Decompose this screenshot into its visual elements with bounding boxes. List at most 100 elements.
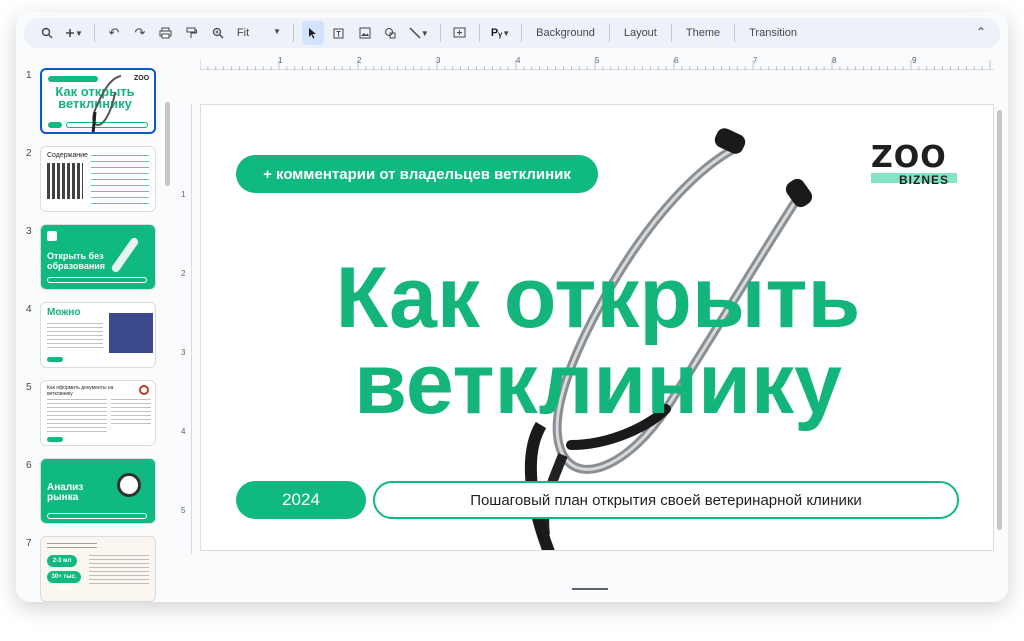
thumb-stat: 30+ тыс. чел xyxy=(47,571,81,592)
thumb-subtitle-pill xyxy=(47,513,147,519)
undo-icon[interactable]: ↶ xyxy=(103,21,125,45)
ruler-number: 9 xyxy=(912,56,917,65)
slide-thumbnail[interactable]: 2-3 мл 30+ тыс. чел xyxy=(40,536,156,602)
canvas-scrollbar[interactable] xyxy=(997,110,1002,530)
toolbar-divider xyxy=(670,24,672,42)
ruler-number: 4 xyxy=(181,427,186,436)
thumb-title: Анализ рынка xyxy=(47,482,84,503)
thumb-title: Открыть без образования xyxy=(47,251,106,271)
slide-number: 2 xyxy=(26,148,32,159)
stethoscope-thumb-icon xyxy=(91,75,122,132)
background-button[interactable]: Background xyxy=(530,27,601,39)
ruler-number: 7 xyxy=(753,56,758,65)
slide-number: 5 xyxy=(26,382,32,393)
thumb-list xyxy=(91,155,149,207)
thumb-photo xyxy=(109,313,153,353)
slide-number: 4 xyxy=(26,304,32,315)
year-pill: 2024 xyxy=(236,481,366,519)
thumb-subtitle-pill xyxy=(47,277,147,283)
toolbar-divider xyxy=(292,24,294,42)
ruler-number: 5 xyxy=(595,56,600,65)
thumb-logo: ZOO xyxy=(134,75,150,82)
zoobiznes-logo-subtitle: BIZNES xyxy=(899,173,950,187)
slide-number: 3 xyxy=(26,226,32,237)
slide-thumbnail[interactable]: Можно xyxy=(40,302,156,368)
add-comment-icon[interactable] xyxy=(449,21,471,45)
vertical-ruler[interactable]: 1 2 3 4 5 xyxy=(178,104,192,554)
toolbar: ▼ ↶ ↷ Fit ▼ ▼ Pᵧ ▼ Background Layout The… xyxy=(24,18,1000,48)
gauge-thumb-icon xyxy=(117,473,141,497)
ruler-number: 1 xyxy=(278,56,283,65)
slide-thumbnail[interactable]: Содержание xyxy=(40,146,156,212)
ruler-number: 3 xyxy=(436,56,441,65)
transition-button[interactable]: Transition xyxy=(743,27,803,39)
horizontal-ruler[interactable]: 1 2 3 4 5 6 7 8 9 xyxy=(200,56,994,70)
ruler-number: 4 xyxy=(516,56,521,65)
slide-thumbnail[interactable]: Открыть без образования xyxy=(40,224,156,290)
slide-title-line1: Как открыть xyxy=(335,250,861,346)
thumb-text xyxy=(47,543,97,551)
ruler-number: 2 xyxy=(181,269,186,278)
thumb-pill xyxy=(47,357,63,362)
toolbar-divider xyxy=(439,24,441,42)
thumb-text xyxy=(89,555,149,587)
line-icon[interactable]: ▼ xyxy=(406,21,432,45)
badge-thumb-icon xyxy=(139,385,149,395)
chevron-down-icon: ▼ xyxy=(273,27,281,36)
toolbar-divider xyxy=(478,24,480,42)
zoom-select[interactable]: Fit ▼ xyxy=(233,27,285,39)
comments-pill: + комментарии от владельцев ветклиник xyxy=(236,155,598,193)
input-tools-icon[interactable]: Pᵧ ▼ xyxy=(488,21,513,45)
print-icon[interactable] xyxy=(155,21,177,45)
layout-button[interactable]: Layout xyxy=(618,27,663,39)
slide-title-line2: ветклинику xyxy=(354,336,842,432)
collapse-toolbar-icon[interactable]: ⌃ xyxy=(976,25,986,39)
redo-icon[interactable]: ↷ xyxy=(129,21,151,45)
filmstrip-scrollbar[interactable] xyxy=(165,102,170,186)
thumb-title: Как оформить документы на ветклинику xyxy=(47,385,114,397)
thumb-title: Можно xyxy=(47,307,81,318)
chevron-down-icon: ▼ xyxy=(420,28,429,38)
textbox-icon[interactable] xyxy=(328,21,350,45)
search-icon[interactable] xyxy=(36,21,58,45)
toolbar-divider xyxy=(93,24,95,42)
slides-editor-window: ▼ ↶ ↷ Fit ▼ ▼ Pᵧ ▼ Background Layout The… xyxy=(16,12,1008,602)
toolbar-divider xyxy=(521,24,523,42)
subtitle-pill: Пошаговый план открытия своей ветеринарн… xyxy=(373,481,959,519)
paint-format-icon[interactable] xyxy=(181,21,203,45)
chevron-down-icon: ▼ xyxy=(502,28,511,38)
chevron-down-icon: ▼ xyxy=(75,28,83,38)
slide-number: 6 xyxy=(26,460,32,471)
filmstrip: 1 ZOO Как открыть ветклинику 2 Содержани… xyxy=(16,56,184,602)
select-cursor-icon[interactable] xyxy=(301,21,324,45)
ruler-number: 6 xyxy=(674,56,679,65)
zoobiznes-logo: ZOO xyxy=(871,140,947,175)
thumb-year-pill xyxy=(48,122,62,128)
theme-button[interactable]: Theme xyxy=(680,27,726,39)
thumb-pill xyxy=(47,437,63,442)
thumb-text xyxy=(111,399,151,427)
slide-number: 7 xyxy=(26,538,32,549)
qr-code-image xyxy=(47,163,83,199)
zoom-value: Fit xyxy=(236,27,250,39)
ruler-number: 3 xyxy=(181,348,186,357)
zoom-icon[interactable] xyxy=(207,21,229,45)
thumb-text xyxy=(47,323,103,349)
new-slide-button[interactable]: ▼ xyxy=(62,21,86,45)
slide-thumbnail[interactable]: Как оформить документы на ветклинику xyxy=(40,380,156,446)
shape-icon[interactable] xyxy=(380,21,402,45)
slide-number: 1 xyxy=(26,70,32,81)
ruler-number: 1 xyxy=(181,190,186,199)
slide-thumbnail[interactable]: ZOO Как открыть ветклинику xyxy=(40,68,156,134)
slide-thumbnail[interactable]: Анализ рынка xyxy=(40,458,156,524)
speaker-notes-handle[interactable] xyxy=(572,588,608,590)
ruler-number: 2 xyxy=(357,56,362,65)
ruler-number: 8 xyxy=(832,56,837,65)
image-icon[interactable] xyxy=(354,21,376,45)
thumb-title: Содержание xyxy=(47,152,88,159)
thumb-text xyxy=(47,399,107,433)
thumb-stat: 2-3 мл xyxy=(47,555,77,567)
ruler-number: 5 xyxy=(181,506,186,515)
toolbar-divider xyxy=(608,24,610,42)
slide-canvas[interactable]: + комментарии от владельцев ветклиник ZO… xyxy=(200,104,994,551)
